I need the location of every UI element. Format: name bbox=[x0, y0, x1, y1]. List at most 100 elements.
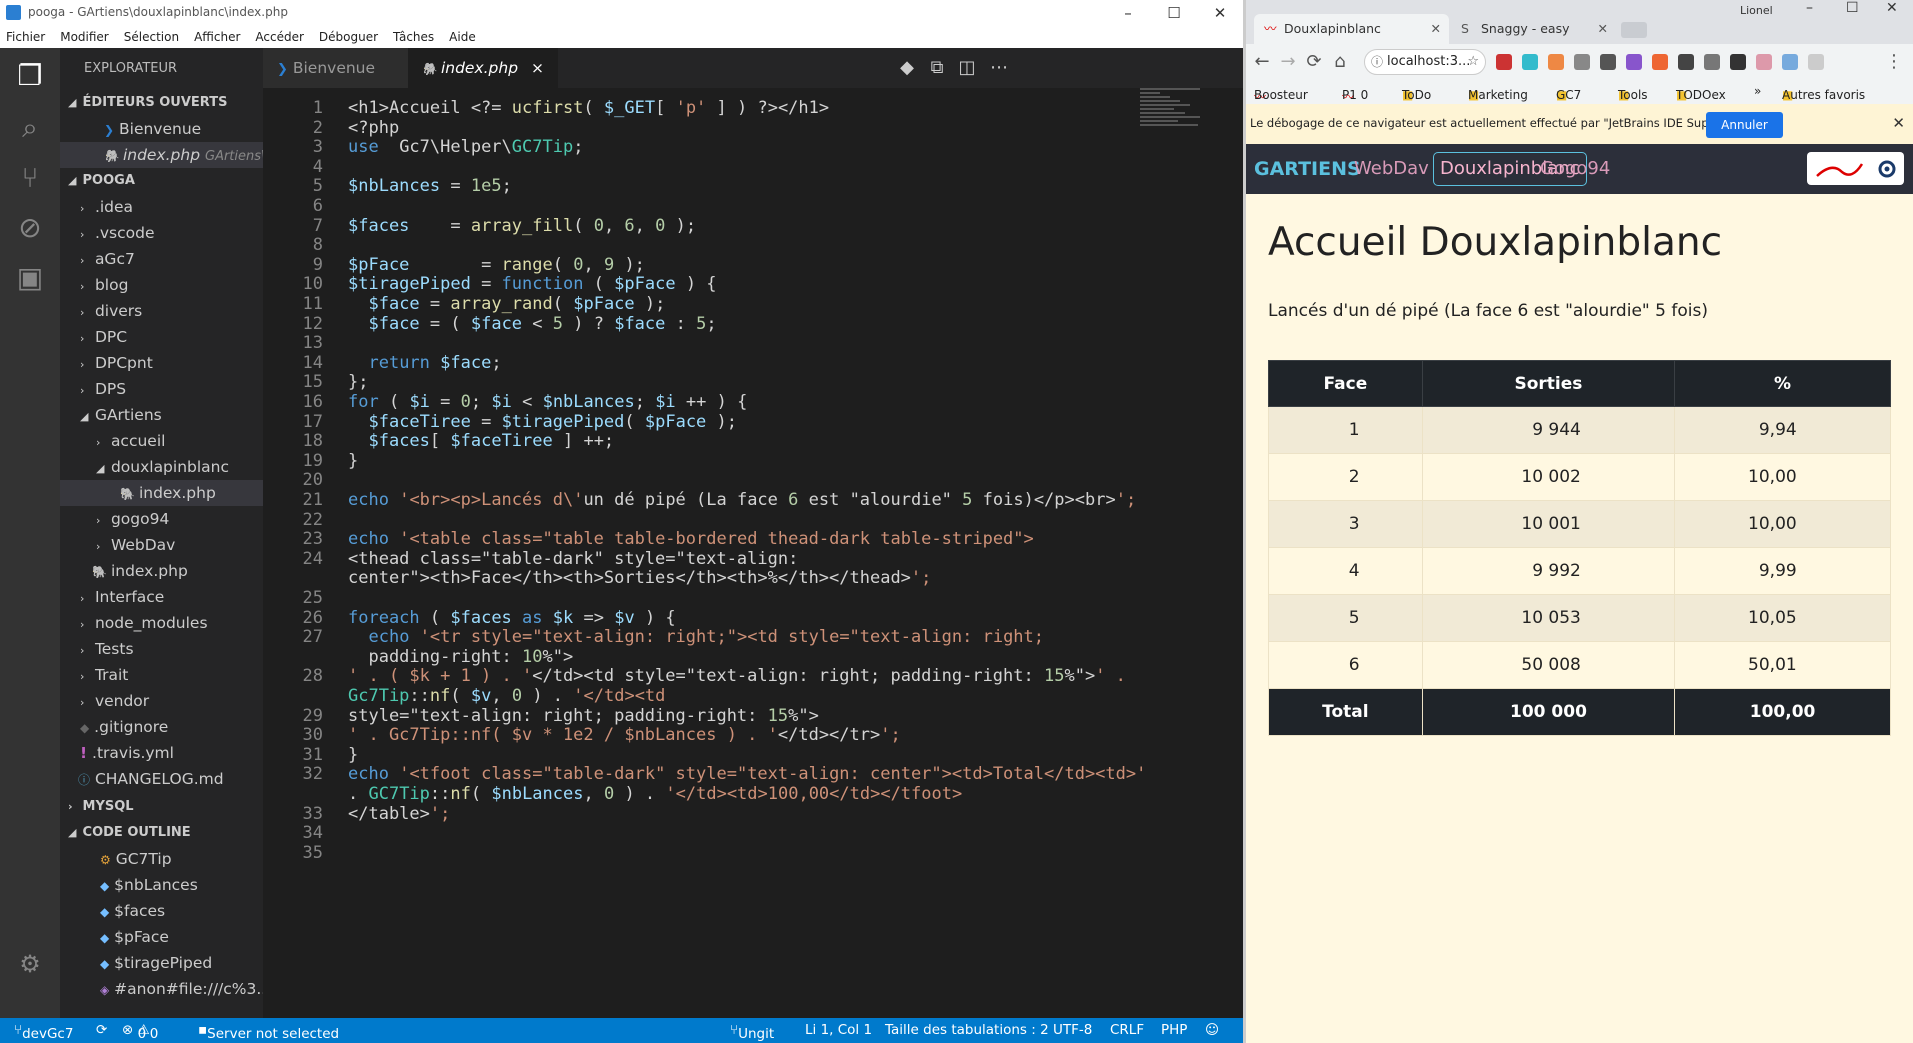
tree-item[interactable]: › Trait bbox=[60, 662, 263, 688]
code-line[interactable]: $face = ( $face < 5 ) ? $face : 5; bbox=[348, 312, 716, 336]
tree-item[interactable]: › aGc7 bbox=[60, 246, 263, 272]
profile-name[interactable]: Lionel bbox=[1740, 4, 1773, 17]
code-line[interactable]: return $face; bbox=[348, 351, 501, 375]
close-button[interactable]: ✕ bbox=[1197, 0, 1243, 26]
extension-icon[interactable] bbox=[1652, 54, 1668, 70]
open-editor-index[interactable]: 🐘index.php GArtiens\... bbox=[60, 142, 263, 168]
problems-indicator[interactable]: ⊗ 0 ⚠ 0 bbox=[122, 1022, 158, 1042]
code-line[interactable]: $nbLances = 1e5; bbox=[348, 174, 512, 198]
feedback-icon[interactable]: ☺ bbox=[1205, 1022, 1219, 1038]
sync-icon[interactable]: ⟳ bbox=[96, 1022, 107, 1038]
tab-size[interactable]: Taille des tabulations : 2 bbox=[885, 1022, 1049, 1038]
tree-item[interactable]: › WebDav bbox=[60, 532, 263, 558]
preview-icon[interactable]: ⧉ bbox=[925, 56, 949, 80]
outline-item[interactable]: ◈ #anon#file:///c%3... bbox=[60, 976, 263, 1002]
browser-menu-icon[interactable]: ⋮ bbox=[1882, 50, 1906, 74]
ungit-button[interactable]: ⑂ Ungit bbox=[730, 1022, 774, 1042]
tab-index-php[interactable]: 🐘 index.php × bbox=[408, 48, 558, 88]
menu-fichier[interactable]: Fichier bbox=[6, 26, 45, 48]
nav-link-webdav[interactable]: WebDav bbox=[1354, 158, 1429, 179]
code-line[interactable]: } bbox=[348, 449, 358, 473]
extension-icon[interactable] bbox=[1626, 54, 1642, 70]
search-icon[interactable]: ⌕ bbox=[12, 110, 48, 146]
menu-selection[interactable]: Sélection bbox=[124, 26, 179, 48]
tab-bienvenue[interactable]: ❯ Bienvenue bbox=[263, 48, 408, 88]
extension-icon[interactable] bbox=[1756, 54, 1772, 70]
cancel-debug-button[interactable]: Annuler bbox=[1706, 112, 1783, 138]
bookmark-overflow[interactable]: » bbox=[1754, 84, 1761, 98]
tree-item[interactable]: › DPS bbox=[60, 376, 263, 402]
extension-icon[interactable] bbox=[1704, 54, 1720, 70]
code-line[interactable]: $faces = array_fill( 0, 6, 0 ); bbox=[348, 214, 696, 238]
navbar-brand[interactable]: GARTIENS bbox=[1254, 158, 1361, 180]
minimize-button[interactable]: – bbox=[1105, 0, 1151, 26]
menu-acceder[interactable]: Accéder bbox=[255, 26, 304, 48]
extension-icon[interactable] bbox=[1678, 54, 1694, 70]
code-line[interactable]: echo '<br><p>Lancés d\'un dé pipé (La fa… bbox=[348, 488, 1136, 512]
back-icon[interactable]: ← bbox=[1250, 50, 1274, 74]
code-line[interactable]: use Gc7\Helper\GC7Tip; bbox=[348, 135, 583, 159]
tree-item[interactable]: › blog bbox=[60, 272, 263, 298]
extension-icon[interactable] bbox=[1548, 54, 1564, 70]
minimize-button[interactable]: – bbox=[1806, 0, 1813, 16]
maximize-button[interactable]: ☐ bbox=[1151, 0, 1197, 26]
tree-item[interactable]: ◆ .gitignore bbox=[60, 714, 263, 740]
code-line[interactable]: </table>'; bbox=[348, 802, 450, 826]
bookmark-star-icon[interactable]: ☆ bbox=[1467, 50, 1479, 74]
maximize-button[interactable]: ☐ bbox=[1846, 0, 1859, 16]
tree-item[interactable]: ⓘ CHANGELOG.md bbox=[60, 766, 263, 792]
tree-item[interactable]: › divers bbox=[60, 298, 263, 324]
browser-tab-douxlapinblanc[interactable]: 〰 Douxlapinblanc ✕ bbox=[1254, 14, 1449, 44]
more-actions-icon[interactable]: ⋯ bbox=[987, 56, 1011, 80]
menu-aide[interactable]: Aide bbox=[449, 26, 476, 48]
extension-icon[interactable] bbox=[1808, 54, 1824, 70]
git-branch[interactable]: ⑂ devGc7 bbox=[14, 1022, 73, 1042]
tree-item[interactable]: ! .travis.yml bbox=[60, 740, 263, 766]
tree-item[interactable]: › DPCpnt bbox=[60, 350, 263, 376]
section-code-outline[interactable]: ◢ CODE OUTLINE bbox=[60, 820, 263, 846]
minimap[interactable] bbox=[1140, 88, 1220, 168]
outline-item[interactable]: ⚙ GC7Tip bbox=[60, 846, 263, 872]
tab-close-icon[interactable]: × bbox=[531, 59, 544, 77]
code-line[interactable]: center"><th>Face</th><th>Sorties</th><th… bbox=[348, 566, 931, 590]
outline-item[interactable]: ◆ $nbLances bbox=[60, 872, 263, 898]
menu-taches[interactable]: Tâches bbox=[393, 26, 434, 48]
menu-modifier[interactable]: Modifier bbox=[60, 26, 109, 48]
tree-item[interactable]: › .idea bbox=[60, 194, 263, 220]
tree-item[interactable]: › gogo94 bbox=[60, 506, 263, 532]
tree-item[interactable]: › node_modules bbox=[60, 610, 263, 636]
extension-icon[interactable] bbox=[1782, 54, 1798, 70]
extension-icon[interactable] bbox=[1730, 54, 1746, 70]
split-editor-icon[interactable]: ◫ bbox=[955, 56, 979, 80]
outline-item[interactable]: ◆ $pFace bbox=[60, 924, 263, 950]
nav-link-gogo94[interactable]: Gogo94 bbox=[1540, 158, 1610, 179]
explorer-icon[interactable]: ❐ bbox=[12, 58, 48, 94]
outline-item[interactable]: ◆ $faces bbox=[60, 898, 263, 924]
outline-item[interactable]: ◆ $tiragePiped bbox=[60, 950, 263, 976]
debug-icon[interactable]: ⊘ bbox=[12, 210, 48, 246]
tab-close-icon[interactable]: ✕ bbox=[1431, 14, 1441, 44]
new-tab-button[interactable] bbox=[1621, 22, 1647, 38]
extension-icon[interactable] bbox=[1600, 54, 1616, 70]
tree-item-active[interactable]: 🐘 index.php bbox=[60, 480, 263, 506]
extension-icon[interactable] bbox=[1574, 54, 1590, 70]
menu-deboguer[interactable]: Déboguer bbox=[319, 26, 378, 48]
extensions-icon[interactable]: ▣ bbox=[12, 260, 48, 296]
code-line[interactable]: ' . Gc7Tip::nf( $v * 1e2 / $nbLances ) .… bbox=[348, 723, 901, 747]
open-editor-bienvenue[interactable]: ❯ Bienvenue bbox=[60, 116, 263, 142]
extension-icon[interactable] bbox=[1496, 54, 1512, 70]
tree-item[interactable]: › .vscode bbox=[60, 220, 263, 246]
tree-item[interactable]: › vendor bbox=[60, 688, 263, 714]
browser-tab-snaggy[interactable]: SSnaggy - easy screensho✕ bbox=[1451, 14, 1616, 66]
reload-icon[interactable]: ⟳ bbox=[1302, 50, 1326, 74]
tree-item[interactable]: 🐘 index.php bbox=[60, 558, 263, 584]
section-pooga[interactable]: ◢ POOGA bbox=[60, 168, 263, 194]
section-mysql[interactable]: › MYSQL bbox=[60, 794, 263, 820]
encoding[interactable]: UTF-8 bbox=[1053, 1022, 1092, 1038]
tree-item[interactable]: › accueil bbox=[60, 428, 263, 454]
line-ending[interactable]: CRLF bbox=[1110, 1022, 1144, 1038]
close-infobar-icon[interactable]: ✕ bbox=[1892, 114, 1905, 132]
home-icon[interactable]: ⌂ bbox=[1328, 50, 1352, 74]
language-mode[interactable]: PHP bbox=[1161, 1022, 1187, 1038]
code-line[interactable]: <h1>Accueil <?= ucfirst( $_GET[ 'p' ] ) … bbox=[348, 96, 829, 120]
